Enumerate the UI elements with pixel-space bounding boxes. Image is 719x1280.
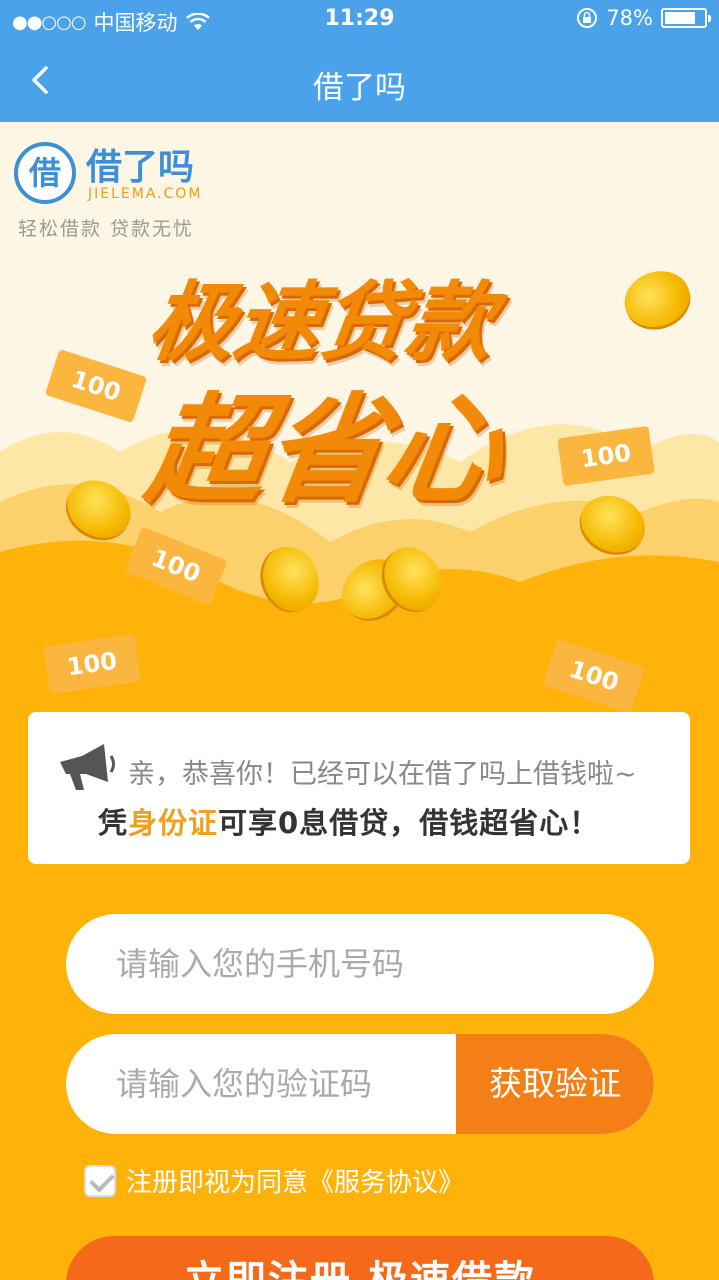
battery-percent: 78%: [606, 6, 653, 30]
status-bar-right: 78%: [576, 6, 711, 30]
verification-code-input[interactable]: [116, 1034, 466, 1134]
logo-mark: 借: [14, 142, 76, 204]
hero-banner: 借 借了吗 JIELEMA.COM 轻松借款 贷款无忧 极速贷款 超省心 100…: [0, 122, 719, 682]
page-title: 借了吗: [313, 70, 406, 106]
rotation-lock-icon: [577, 8, 598, 28]
verification-code-field: 获取验证: [66, 1034, 654, 1134]
notice-offer-suffix: 可享0息借贷，借钱超省心！: [218, 806, 600, 840]
phone-input[interactable]: [116, 914, 616, 1014]
battery-level: [665, 12, 695, 24]
logo-slogan: 轻松借款 贷款无忧: [18, 218, 195, 240]
logo-name: 借了吗: [86, 147, 195, 188]
notice-card: 亲，恭喜你！已经可以在借了吗上借钱啦~ 凭身份证可享0息借贷，借钱超省心！: [28, 712, 690, 864]
agreement-checkbox[interactable]: [84, 1164, 116, 1197]
logo-domain: JIELEMA.COM: [88, 186, 203, 202]
agreement-row: 注册即视为同意《服务协议》: [84, 1162, 464, 1199]
register-button[interactable]: 立即注册 极速借款: [66, 1236, 654, 1280]
notice-id-card-highlight: 身份证: [128, 806, 219, 840]
phone-field: [66, 914, 654, 1014]
megaphone-icon: [60, 744, 115, 790]
status-bar: ●●○○○ 中国移动 11:29 78%: [0, 0, 719, 40]
battery-icon: [661, 8, 711, 28]
agreement-text[interactable]: 注册即视为同意《服务协议》: [126, 1162, 464, 1199]
get-code-button[interactable]: 获取验证: [456, 1034, 654, 1134]
notice-offer-text: 凭身份证可享0息借贷，借钱超省心！: [98, 800, 599, 842]
headline-worry-free: 超省心: [138, 381, 513, 519]
notice-congrats-text: 亲，恭喜你！已经可以在借了吗上借钱啦~: [128, 759, 637, 790]
notice-offer-prefix: 凭: [98, 806, 129, 840]
nav-bar: 借了吗: [0, 40, 719, 122]
